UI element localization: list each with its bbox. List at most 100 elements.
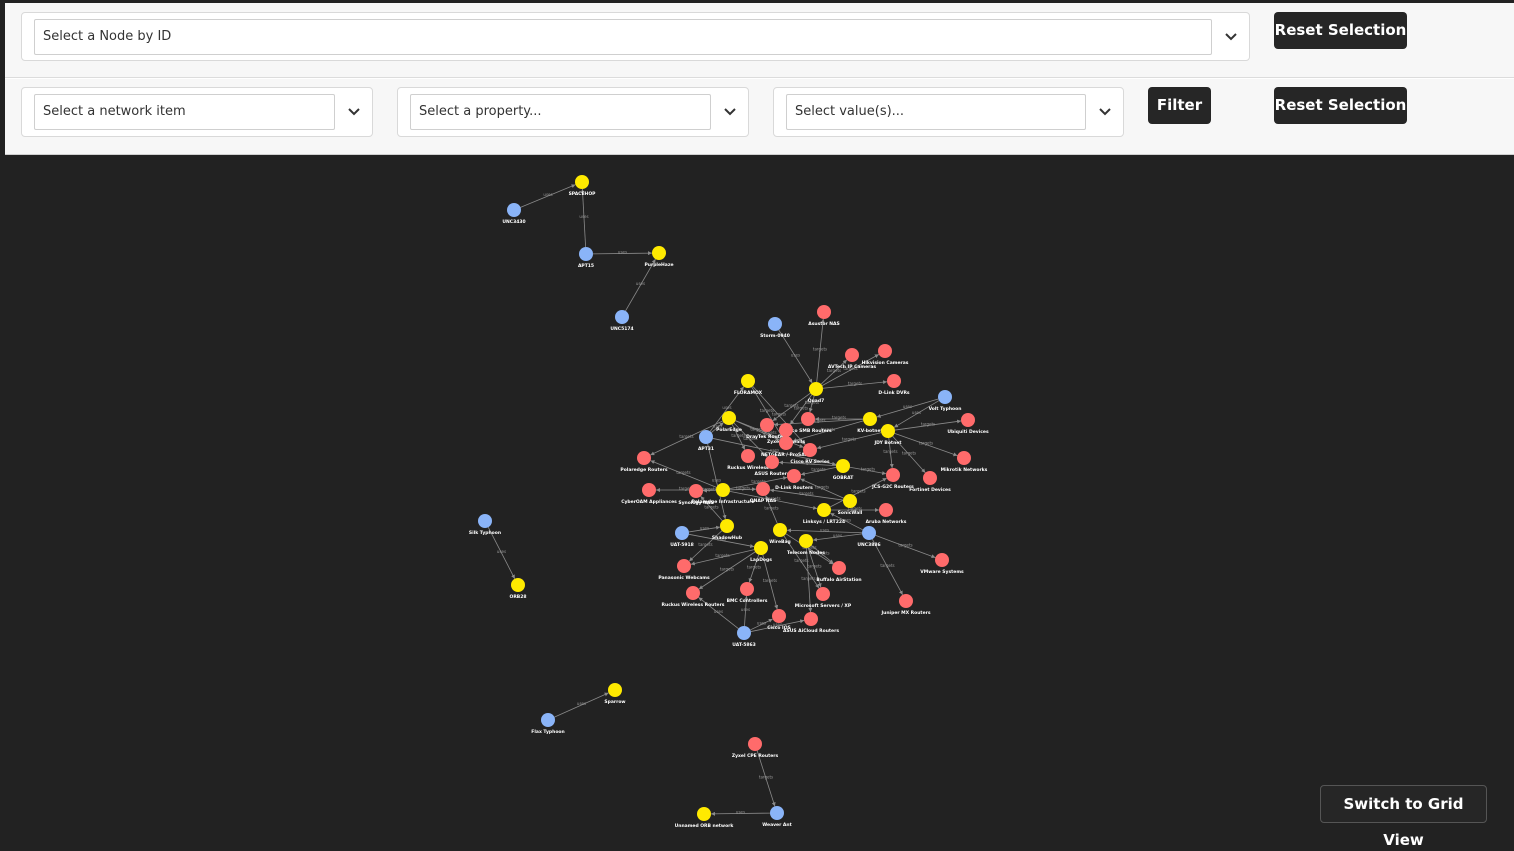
node-circle[interactable] (799, 534, 813, 548)
node-circle[interactable] (843, 494, 857, 508)
network-graph[interactable]: usesusesusesusesusestargetstargets target… (5, 155, 1514, 851)
node-circle[interactable] (478, 514, 492, 528)
node-circle[interactable] (642, 483, 656, 497)
node-circle[interactable] (677, 559, 691, 573)
node-circle[interactable] (608, 683, 622, 697)
chevron-down-icon[interactable] (1221, 27, 1241, 47)
node-circle[interactable] (541, 713, 555, 727)
node-circle[interactable] (716, 483, 730, 497)
node-circle[interactable] (816, 587, 830, 601)
graph-node-polaredgerouters[interactable]: Polaredge Routers (620, 451, 668, 473)
node-circle[interactable] (886, 468, 900, 482)
graph-node-kvbotnet[interactable]: KV-botnet (857, 412, 884, 434)
node-circle[interactable] (803, 443, 817, 457)
graph-node-ruckusrouters[interactable]: Ruckus Wireless Routers (662, 586, 725, 608)
node-circle[interactable] (741, 374, 755, 388)
filter-button[interactable]: Filter (1148, 87, 1211, 124)
chevron-down-icon[interactable] (344, 102, 364, 122)
node-circle[interactable] (817, 503, 831, 517)
graph-node-gobrat[interactable]: GOBRAT (833, 459, 855, 481)
node-circle[interactable] (770, 806, 784, 820)
chevron-down-icon[interactable] (720, 102, 740, 122)
graph-node-sparrow[interactable]: Sparrow (604, 683, 626, 705)
node-circle[interactable] (511, 578, 525, 592)
node-circle[interactable] (773, 523, 787, 537)
network-item-select[interactable]: Select a network item (34, 94, 335, 130)
node-circle[interactable] (699, 430, 713, 444)
network-graph-canvas[interactable]: uses uses uses uses uses targets targets target… (5, 155, 1514, 851)
graph-node-buffalo[interactable]: Buffalo AirStation (816, 561, 862, 583)
node-circle[interactable] (809, 382, 823, 396)
node-circle[interactable] (737, 626, 751, 640)
node-id-select[interactable]: Select a Node by ID (34, 19, 1212, 55)
node-circle[interactable] (804, 612, 818, 626)
node-circle[interactable] (935, 553, 949, 567)
node-circle[interactable] (697, 807, 711, 821)
node-circle[interactable] (637, 451, 651, 465)
graph-node-unc5174[interactable]: UNC5174 (610, 310, 634, 332)
node-circle[interactable] (741, 449, 755, 463)
node-circle[interactable] (881, 424, 895, 438)
graph-node-jcsrouters[interactable]: JCS-G2C Routers (871, 468, 914, 490)
node-circle[interactable] (787, 469, 801, 483)
switch-to-grid-view-button[interactable]: Switch to Grid View (1320, 785, 1487, 849)
node-circle[interactable] (836, 459, 850, 473)
graph-node-microsoft[interactable]: Microsoft Servers / XP (795, 587, 852, 609)
node-circle[interactable] (575, 175, 589, 189)
node-circle[interactable] (756, 482, 770, 496)
graph-node-bmc[interactable]: BMC Controllers (727, 582, 768, 604)
node-circle[interactable] (686, 586, 700, 600)
graph-node-panasonic[interactable]: Panasonic Webcams (658, 559, 710, 581)
node-circle[interactable] (862, 526, 876, 540)
node-circle[interactable] (845, 348, 859, 362)
node-circle[interactable] (772, 609, 786, 623)
graph-node-topolnodes[interactable]: Telecom Nodes (787, 534, 825, 556)
graph-node-avtechcam[interactable]: AVTech IP Cameras (828, 348, 876, 370)
graph-node-cyberoam[interactable]: CyberOAM Appliances (621, 483, 677, 505)
node-circle[interactable] (899, 594, 913, 608)
node-circle[interactable] (768, 317, 782, 331)
graph-node-orb28[interactable]: ORB28 (510, 578, 527, 600)
node-circle[interactable] (817, 305, 831, 319)
node-circle[interactable] (748, 737, 762, 751)
graph-node-zyxelcpe[interactable]: Zyxel CPE Routers (732, 737, 779, 759)
node-circle[interactable] (754, 541, 768, 555)
reset-node-selection-button[interactable]: Reset Selection (1274, 12, 1407, 49)
node-circle[interactable] (887, 374, 901, 388)
node-circle[interactable] (675, 526, 689, 540)
graph-node-silktyphoon[interactable]: Silk Typhoon (469, 514, 501, 536)
value-select[interactable]: Select value(s)... (786, 94, 1086, 130)
graph-node-mikrotik[interactable]: Mikrotik Networks (941, 451, 988, 473)
graph-node-uat5918[interactable]: UAT-5918 (670, 526, 694, 548)
node-circle[interactable] (863, 412, 877, 426)
graph-node-dlinkdvr[interactable]: D-Link DVRs (878, 374, 910, 396)
node-circle[interactable] (923, 471, 937, 485)
node-circle[interactable] (722, 411, 736, 425)
graph-node-flaxtyphoon[interactable]: Flax Typhoon (531, 713, 565, 735)
graph-node-hikvision[interactable]: Hikvision Cameras (862, 344, 909, 366)
graph-node-floramox[interactable]: FLORAMOX (734, 374, 763, 396)
graph-node-wirebag[interactable]: WireBag (769, 523, 791, 545)
node-circle[interactable] (879, 503, 893, 517)
node-circle[interactable] (878, 344, 892, 358)
graph-node-asustornas[interactable]: Asustor NAS (808, 305, 840, 327)
graph-node-shadowhub[interactable]: ShadowHub (712, 519, 743, 541)
node-circle[interactable] (938, 390, 952, 404)
graph-node-volttyphoon[interactable]: Volt Typhoon (929, 390, 962, 412)
graph-node-storm0940[interactable]: Storm-0940 (760, 317, 790, 339)
graph-node-ubiquiti[interactable]: Ubiquiti Devices (947, 413, 989, 435)
graph-node-unc3886[interactable]: UNC3886 (857, 526, 881, 548)
node-circle[interactable] (760, 418, 774, 432)
graph-node-apt31[interactable]: APT31 (698, 430, 714, 452)
node-circle[interactable] (615, 310, 629, 324)
chevron-down-icon[interactable] (1095, 102, 1115, 122)
graph-node-orbnetwork[interactable]: Unnamed ORB network (675, 807, 735, 829)
node-circle[interactable] (652, 246, 666, 260)
property-select[interactable]: Select a property... (410, 94, 711, 130)
graph-node-apt15[interactable]: APT15 (578, 247, 594, 269)
graph-node-vmware[interactable]: VMware Systems (920, 553, 964, 575)
graph-node-weaverant[interactable]: Weaver Ant (762, 806, 793, 828)
node-circle[interactable] (832, 561, 846, 575)
node-circle[interactable] (689, 484, 703, 498)
node-circle[interactable] (779, 436, 793, 450)
